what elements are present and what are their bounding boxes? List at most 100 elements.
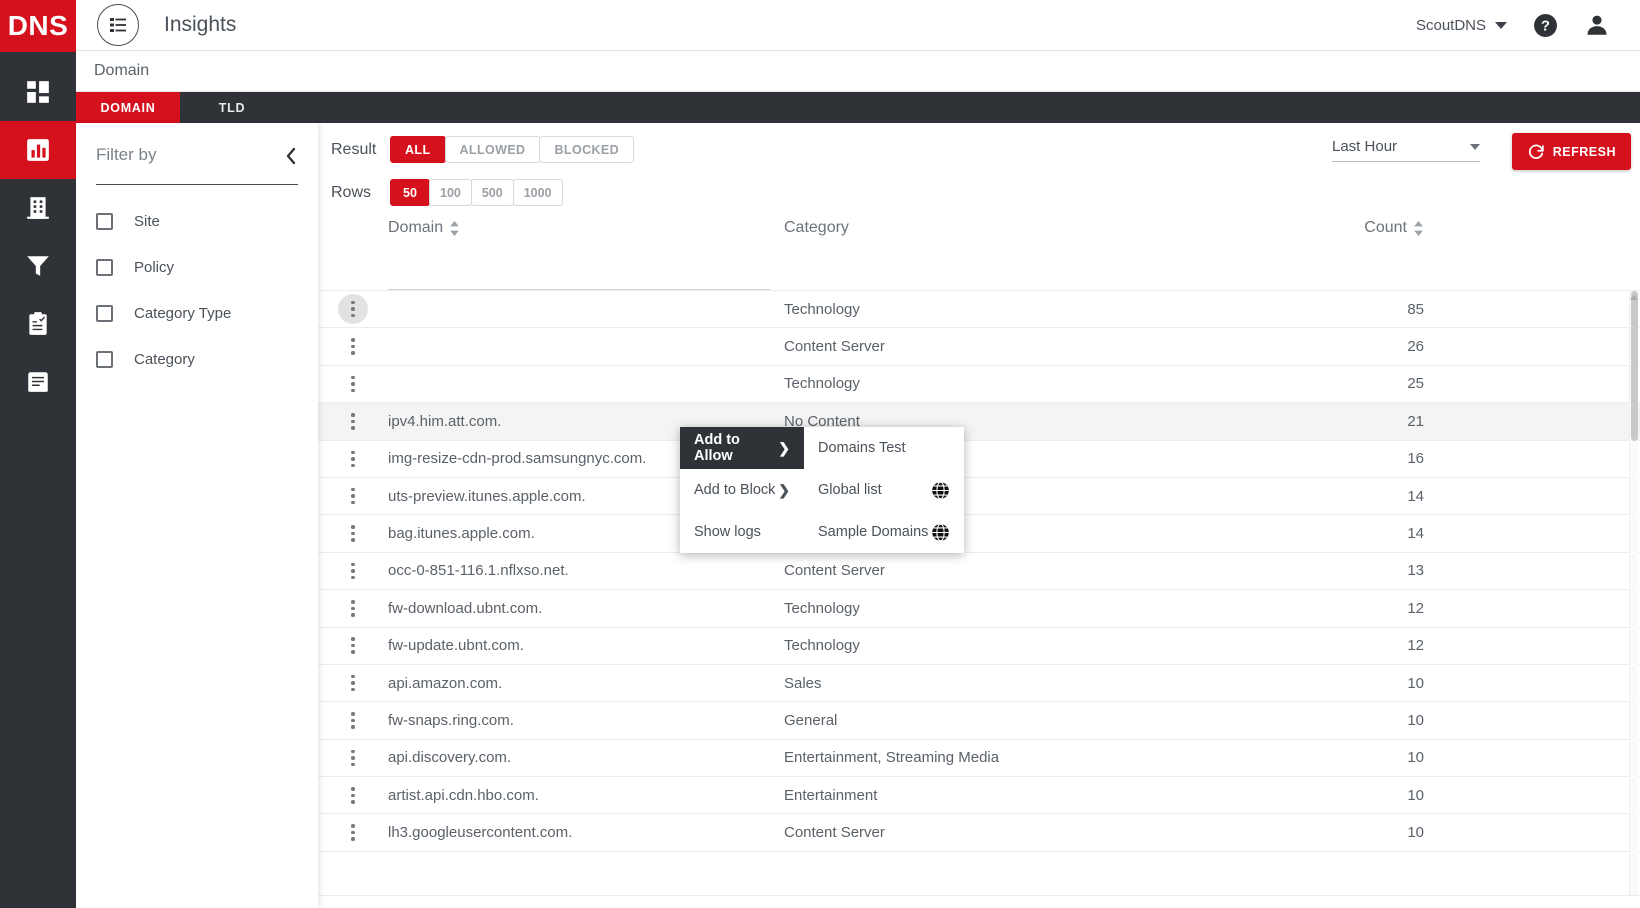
submenu-item-global-list[interactable]: Global list	[804, 469, 964, 511]
chevron-left-icon[interactable]	[284, 146, 298, 166]
page-title: Insights	[164, 13, 237, 36]
row-actions-kebab-icon[interactable]	[338, 705, 368, 735]
table-row[interactable]: Content Server 26	[318, 328, 1640, 366]
sidebar-item-reports[interactable]	[0, 353, 76, 411]
scrollbar-thumb[interactable]	[1631, 291, 1638, 441]
row-actions-cell	[318, 668, 388, 698]
menu-toggle-button[interactable]	[97, 4, 139, 46]
row-actions-kebab-icon[interactable]	[338, 332, 368, 362]
row-actions-kebab-icon[interactable]	[338, 406, 368, 436]
table-bottom-divider	[318, 895, 1640, 896]
filter-option-policy[interactable]: Policy	[76, 244, 318, 290]
clipboard-icon	[29, 312, 47, 335]
context-menu-add-to-allow[interactable]: Add to Allow ❯	[680, 427, 804, 469]
table-row[interactable]: Technology 25	[318, 366, 1640, 404]
domain-search-input[interactable]	[388, 260, 770, 289]
result-segmented-control: ALL ALLOWED BLOCKED	[390, 136, 635, 163]
filter-option-site[interactable]: Site	[76, 198, 318, 244]
cell-category: Content Server	[784, 824, 885, 842]
row-actions-cell	[318, 780, 388, 810]
user-account-icon[interactable]	[1584, 12, 1610, 38]
time-range-select[interactable]: Last Hour	[1332, 138, 1480, 162]
cell-domain: fw-update.ubnt.com.	[388, 637, 524, 655]
cell-domain: occ-0-851-116.1.nflxso.net.	[388, 562, 569, 580]
context-menu-show-logs[interactable]: Show logs	[680, 511, 804, 553]
svg-text:?: ?	[1541, 18, 1550, 34]
table-row[interactable]: fw-snaps.ring.com. General 10	[318, 702, 1640, 740]
sidebar-item-dashboard[interactable]	[0, 63, 76, 121]
row-actions-kebab-icon[interactable]	[338, 444, 368, 474]
refresh-button[interactable]: REFRESH	[1511, 133, 1631, 170]
row-actions-kebab-icon[interactable]	[338, 481, 368, 511]
filter-option-category[interactable]: Category	[76, 336, 318, 382]
checkbox-category-type[interactable]	[96, 304, 113, 322]
table-row[interactable]: occ-0-851-116.1.nflxso.net. Content Serve…	[318, 553, 1640, 591]
row-actions-kebab-icon[interactable]	[338, 743, 368, 773]
tenant-selector[interactable]: ScoutDNS	[1416, 17, 1507, 34]
left-nav-rail: DNS	[0, 0, 76, 908]
table-scrollbar[interactable]	[1629, 291, 1638, 896]
checkbox-policy[interactable]	[96, 258, 113, 276]
cell-count: 12	[1407, 637, 1424, 655]
row-actions-kebab-icon[interactable]	[338, 631, 368, 661]
checkbox-category[interactable]	[96, 350, 113, 368]
sidebar-item-filters[interactable]	[0, 237, 76, 295]
help-circle-icon[interactable]: ?	[1533, 13, 1558, 38]
building-icon	[27, 197, 49, 219]
top-bar-right: ScoutDNS ?	[1416, 12, 1610, 38]
row-actions-kebab-icon[interactable]	[338, 780, 368, 810]
table-row[interactable]: img-resize-cdn-prod.samsungnyc.com.Conte…	[318, 441, 1640, 478]
cell-domain: fw-snaps.ring.com.	[388, 711, 514, 729]
table-row[interactable]: bag.itunes.apple.com.Streaming Media14	[318, 515, 1640, 553]
table-row[interactable]: fw-download.ubnt.com. Technology 12	[318, 590, 1640, 628]
cell-count: 21	[1407, 412, 1424, 430]
rows-option-1000[interactable]: 1000	[512, 179, 563, 206]
sidebar-item-policies[interactable]	[0, 295, 76, 353]
row-actions-kebab-icon[interactable]	[338, 294, 368, 325]
context-menu-show-logs-label: Show logs	[694, 524, 761, 540]
rows-option-500[interactable]: 500	[470, 179, 514, 206]
row-actions-kebab-icon[interactable]	[338, 519, 368, 549]
cell-category: Content Server	[784, 338, 885, 356]
table-row[interactable]: uts-preview.itunes.apple.com.Streaming M…	[318, 478, 1640, 516]
table-row[interactable]: api.amazon.com. Sales 10	[318, 665, 1640, 703]
row-actions-kebab-icon[interactable]	[338, 668, 368, 698]
table-row[interactable]: ipv4.him.att.com. No Content 21	[318, 403, 1640, 441]
table-row[interactable]: fw-update.ubnt.com. Technology 12	[318, 628, 1640, 665]
header-category-label: Category	[784, 219, 849, 236]
row-actions-kebab-icon[interactable]	[338, 556, 368, 586]
header-domain[interactable]: Domain	[388, 219, 784, 237]
sidebar-item-sites[interactable]	[0, 179, 76, 237]
context-menu-add-to-block[interactable]: Add to Block ❯	[680, 469, 804, 511]
row-actions-kebab-icon[interactable]	[338, 593, 368, 623]
submenu-item-domains-test[interactable]: Domains Test	[804, 427, 964, 469]
table-row[interactable]: Technology 85	[318, 291, 1640, 329]
cell-count: 14	[1407, 525, 1424, 543]
submenu-label-global-list: Global list	[818, 482, 882, 498]
filter-option-category-type[interactable]: Category Type	[76, 290, 318, 336]
row-actions-cell	[318, 593, 388, 623]
scroll-up-arrow[interactable]	[1629, 292, 1638, 301]
sidebar-item-insights[interactable]	[0, 121, 76, 179]
table-row[interactable]: lh3.googleusercontent.com. Content Server…	[318, 814, 1640, 852]
filter-option-list: Site Policy Category Type Category	[76, 198, 318, 382]
result-option-blocked[interactable]: BLOCKED	[539, 136, 635, 163]
filter-panel-title: Filter by	[96, 145, 157, 164]
result-option-all[interactable]: ALL	[390, 136, 446, 163]
tab-tld[interactable]: TLD	[180, 92, 284, 123]
rows-option-50[interactable]: 50	[390, 179, 430, 206]
cell-count: 10	[1407, 711, 1424, 729]
checkbox-site[interactable]	[96, 212, 113, 230]
row-actions-cell	[318, 406, 388, 436]
cell-category: Entertainment	[784, 786, 878, 804]
header-count[interactable]: Count	[1174, 219, 1424, 237]
table-row[interactable]: api.discovery.com. Entertainment, Streami…	[318, 740, 1640, 778]
rows-option-100[interactable]: 100	[429, 179, 472, 206]
row-actions-kebab-icon[interactable]	[338, 369, 368, 399]
row-actions-kebab-icon[interactable]	[338, 818, 368, 848]
cell-count: 10	[1407, 824, 1424, 842]
result-option-allowed[interactable]: ALLOWED	[444, 136, 541, 163]
table-row[interactable]: artist.api.cdn.hbo.com. Entertainment 10	[318, 777, 1640, 815]
tab-domain[interactable]: DOMAIN	[76, 92, 180, 123]
submenu-item-sample-domains[interactable]: Sample Domains	[804, 511, 964, 553]
